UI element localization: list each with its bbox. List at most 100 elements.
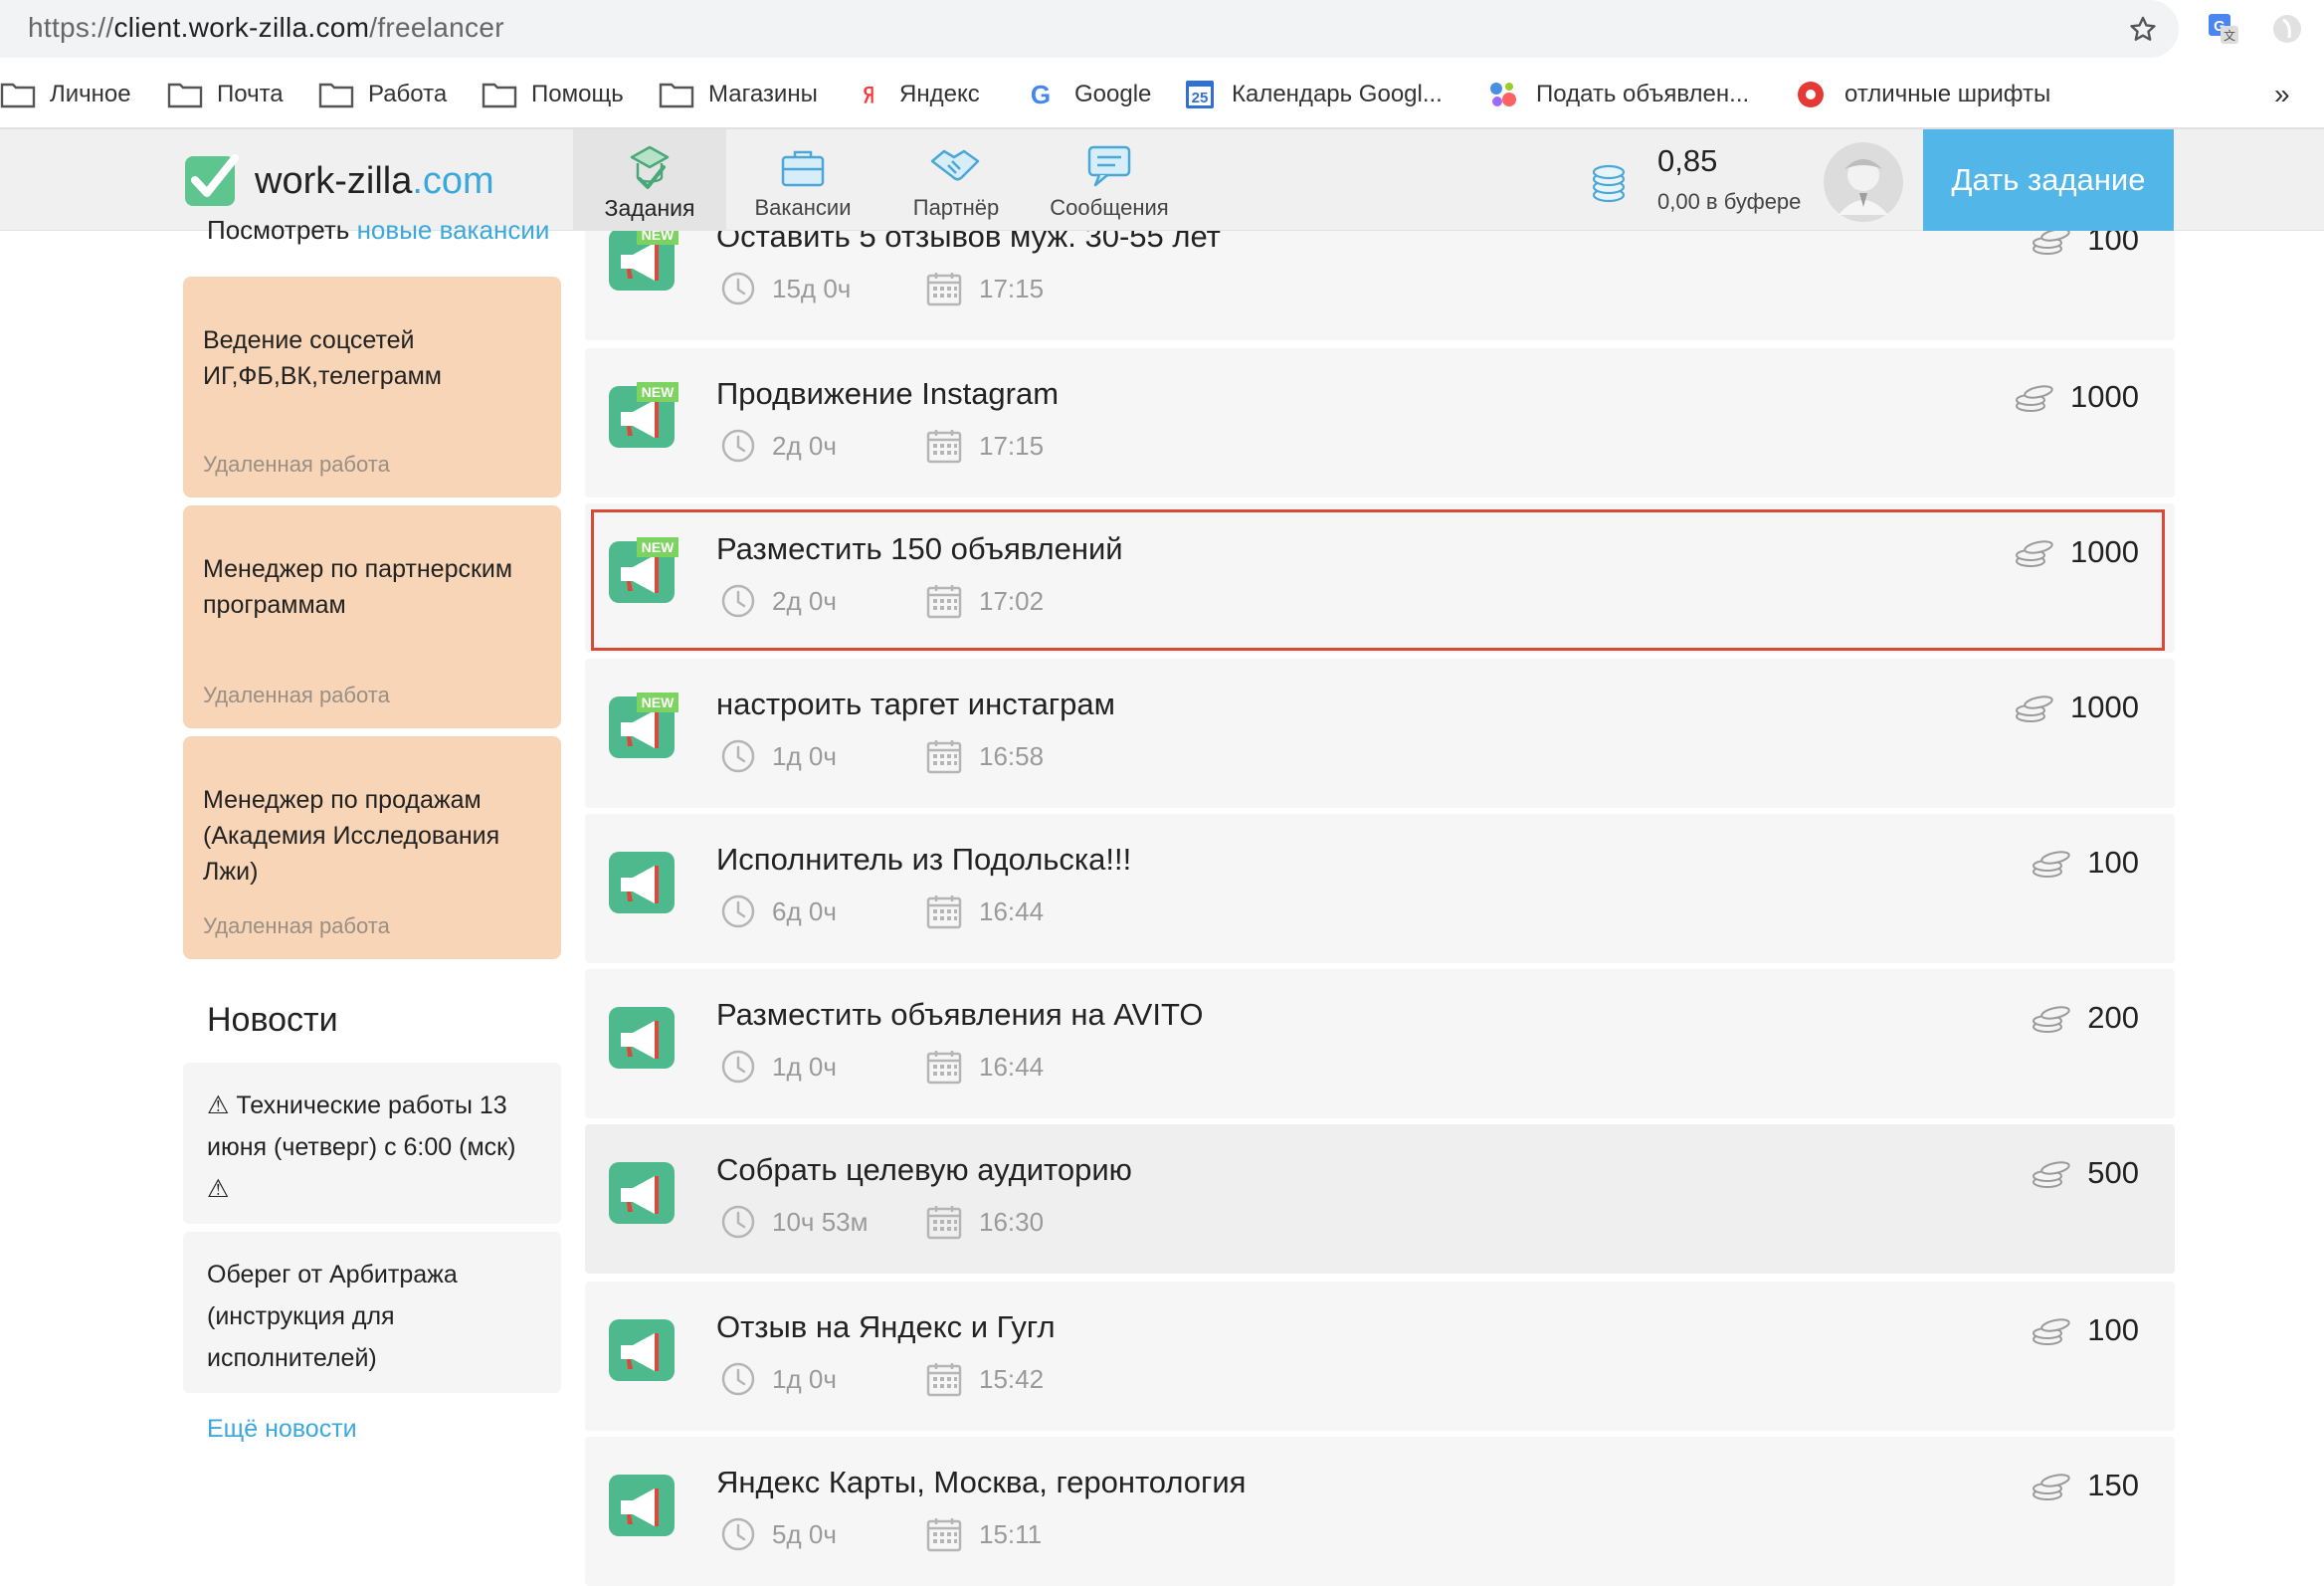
more-news-link[interactable]: Ещё новости <box>207 1415 357 1444</box>
task-time: 15:11 <box>979 1518 1043 1549</box>
vacancy-card[interactable]: Менеджер по партнерским программам Удале… <box>183 505 561 728</box>
task-row-inner: Отзыв на Яндекс и Гугл 1д 0ч 15:42 100 <box>585 1282 2175 1431</box>
task-duration: 1д 0ч <box>772 1051 837 1082</box>
buffer-value: 0,00 в буфере <box>1657 189 1802 214</box>
coins-icon <box>2033 1474 2070 1500</box>
news-item[interactable]: Оберег от Арбитража (инструкция для испо… <box>183 1232 561 1393</box>
task-meta: 2д 0ч 17:15 <box>720 426 1044 466</box>
vacancy-card[interactable]: Менеджер по продажам (Академия Исследова… <box>183 736 561 959</box>
logo[interactable]: work-zilla.com <box>183 151 494 211</box>
task-row-inner: Яндекс Карты, Москва, геронтология 5д 0ч… <box>585 1437 2175 1586</box>
task-title[interactable]: Продвижение Instagram <box>716 376 1059 412</box>
selected-task-highlight <box>591 509 2165 651</box>
task-title[interactable]: настроить таргет инстаграм <box>716 687 1115 722</box>
bookmarks-overflow-button[interactable]: » <box>2274 76 2290 113</box>
task-price-value: 1000 <box>2070 690 2139 724</box>
task-megaphone-icon <box>609 1007 675 1069</box>
new-task-megaphone-icon: NEW <box>609 382 678 448</box>
svg-text:文: 文 <box>2224 28 2235 43</box>
task-title[interactable]: Разместить объявления на AVITO <box>716 997 1203 1033</box>
task-meta: 1д 0ч 16:58 <box>720 736 1044 776</box>
task-title[interactable]: Отзыв на Яндекс и Гугл <box>716 1309 1056 1345</box>
give-task-button[interactable]: Дать задание <box>1923 129 2174 231</box>
coins-icon <box>2033 1161 2070 1188</box>
tab-partner[interactable]: Партнёр <box>879 129 1033 231</box>
task-price: 1000 <box>2013 374 2139 420</box>
clock-icon <box>721 1050 755 1084</box>
task-time: 17:15 <box>979 273 1045 303</box>
coins-stack-icon <box>1592 164 1626 203</box>
bookmark-fonts[interactable]: отличные шрифты <box>1795 76 2050 113</box>
bookmark-pomosch[interactable]: Помощь <box>482 76 624 113</box>
url-field[interactable]: https://client.work-zilla.com/freelancer <box>0 0 2179 58</box>
bookmark-lichnoe[interactable]: Личное <box>0 76 131 113</box>
tab-vacancies[interactable]: Вакансии <box>726 129 879 231</box>
coins-icon <box>2033 1006 2070 1033</box>
task-price-value: 500 <box>2087 1155 2139 1190</box>
task-row-inner: NEW настроить таргет инстаграм 1д 0ч 16:… <box>585 659 2175 808</box>
logo-check-icon <box>185 154 239 206</box>
task-row[interactable]: Исполнитель из Подольска!!! 6д 0ч 16:44 … <box>585 814 2175 963</box>
extension-icon[interactable] <box>2270 12 2304 46</box>
task-row[interactable]: NEW Продвижение Instagram 2д 0ч 17:15 10… <box>585 348 2175 497</box>
tab-tasks[interactable]: Задания <box>573 129 726 231</box>
calendar-icon <box>926 1363 962 1397</box>
task-price-value: 100 <box>2087 845 2139 880</box>
task-time: 16:58 <box>979 740 1045 771</box>
bookmark-calendar[interactable]: 25 Календарь Googl... <box>1182 76 1443 113</box>
avatar[interactable] <box>1823 141 1904 223</box>
translate-extension-icon[interactable]: G文 <box>2207 12 2240 46</box>
folder-icon <box>482 83 517 108</box>
task-price: 500 <box>2030 1150 2139 1196</box>
bookmark-yandex[interactable]: Яндекс <box>860 76 980 113</box>
task-time: 15:42 <box>979 1363 1045 1394</box>
task-duration: 1д 0ч <box>772 740 837 771</box>
task-price-value: 1000 <box>2070 379 2139 414</box>
bookmark-avito[interactable]: Подать объявлен... <box>1486 76 1749 113</box>
task-row[interactable]: Разместить объявления на AVITO 1д 0ч 16:… <box>585 969 2175 1118</box>
task-row[interactable]: NEW настроить таргет инстаграм 1д 0ч 16:… <box>585 659 2175 808</box>
svg-text:NEW: NEW <box>642 694 675 710</box>
task-meta: 1д 0ч 16:44 <box>720 1047 1044 1087</box>
bookmarks-bar: Личное Почта Работа Помощь Магазины Янде… <box>0 60 2324 129</box>
svg-text:25: 25 <box>1192 90 1209 106</box>
coins-icon <box>2016 385 2053 412</box>
task-row[interactable]: Яндекс Карты, Москва, геронтология 5д 0ч… <box>585 1437 2175 1586</box>
clock-icon <box>721 1517 755 1551</box>
task-time: 16:44 <box>979 895 1045 926</box>
tab-messages[interactable]: Сообщения <box>1033 129 1186 231</box>
news-item[interactable]: ⚠ Технические работы 13 июня (четверг) с… <box>183 1063 561 1224</box>
calendar-icon <box>926 740 962 774</box>
left-sidebar: Посмотреть новые вакансии Ведение соцсет… <box>0 215 587 1550</box>
coins-icon <box>2033 1318 2070 1345</box>
folder-icon <box>318 83 354 108</box>
vacancy-card[interactable]: Ведение соцсетей ИГ,ФБ,ВК,телеграмм Удал… <box>183 277 561 497</box>
clock-icon <box>721 1205 755 1239</box>
task-title[interactable]: Исполнитель из Подольска!!! <box>716 842 1131 878</box>
task-title[interactable]: Собрать целевую аудиторию <box>716 1152 1132 1188</box>
svg-text:NEW: NEW <box>642 384 675 400</box>
task-row[interactable]: Отзыв на Яндекс и Гугл 1д 0ч 15:42 100 <box>585 1282 2175 1431</box>
yandex-icon <box>864 87 873 103</box>
bookmark-magaziny[interactable]: Магазины <box>659 76 818 113</box>
bookmark-google[interactable]: G Google <box>1025 76 1152 113</box>
avito-icon <box>1490 83 1516 106</box>
task-row[interactable]: Собрать целевую аудиторию 10ч 53м 16:30 … <box>585 1124 2175 1274</box>
task-price: 100 <box>2030 1307 2139 1353</box>
task-meta: 6д 0ч 16:44 <box>720 892 1044 931</box>
red-circle-icon <box>1798 82 1824 107</box>
bookmark-rabota[interactable]: Работа <box>318 76 447 113</box>
calendar-icon <box>926 1518 962 1552</box>
new-vacancies-link[interactable]: новые вакансии <box>357 215 550 245</box>
bookmark-star-icon[interactable] <box>2127 14 2159 46</box>
coins-icon <box>2033 851 2070 878</box>
task-title[interactable]: Яндекс Карты, Москва, геронтология <box>716 1465 1246 1500</box>
task-row-inner: Собрать целевую аудиторию 10ч 53м 16:30 … <box>585 1124 2175 1274</box>
calendar-icon <box>926 273 962 306</box>
task-megaphone-icon <box>609 1319 675 1381</box>
task-duration: 5д 0ч <box>772 1518 837 1549</box>
bookmark-pochta[interactable]: Почта <box>167 76 284 113</box>
task-duration: 15д 0ч <box>772 273 852 303</box>
logo-text: work-zilla.com <box>255 159 494 202</box>
news-heading: Новости <box>207 1001 338 1039</box>
